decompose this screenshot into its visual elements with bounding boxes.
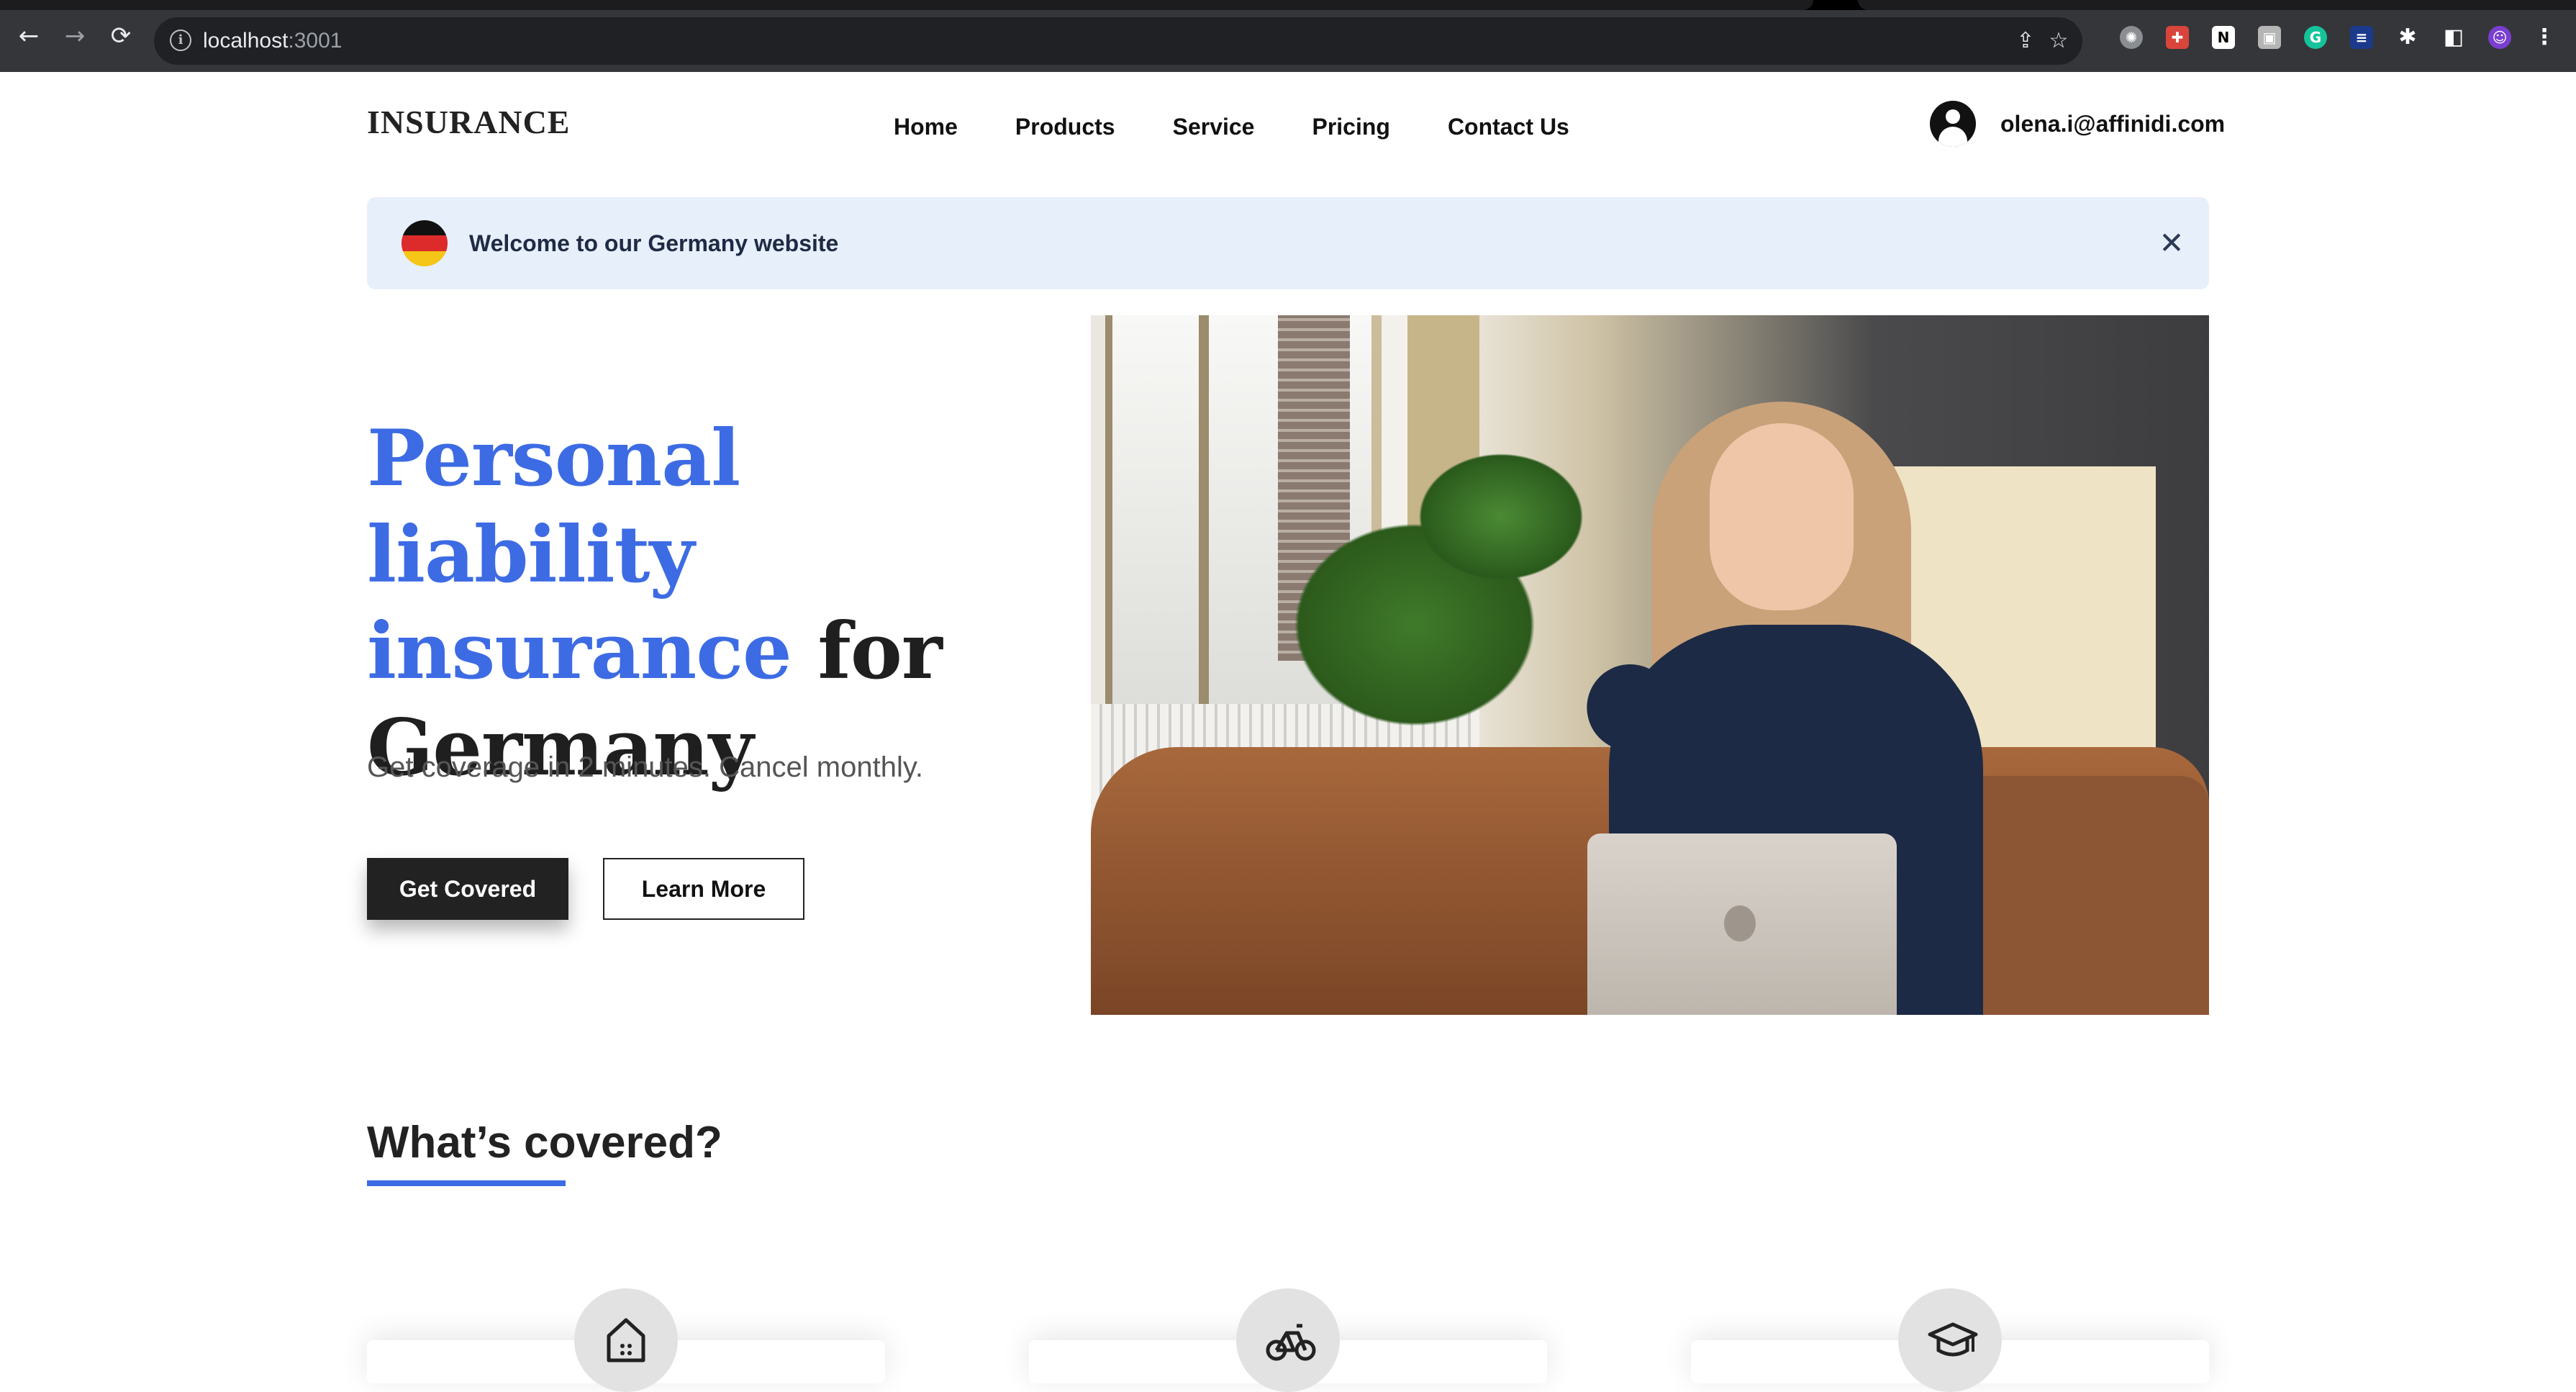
tab-strip-right xyxy=(1858,0,2576,10)
extension-icon[interactable]: ✱ xyxy=(2396,26,2419,49)
flag-stripe-red xyxy=(402,235,448,251)
menu-icon[interactable]: ⋮ xyxy=(2533,26,2556,49)
welcome-banner: Welcome to our Germany website ✕ xyxy=(367,197,2209,289)
main-nav: Home Products Service Pricing Contact Us xyxy=(894,112,1627,141)
home-icon xyxy=(574,1288,678,1392)
hero-title-for: for xyxy=(817,606,942,697)
info-icon[interactable]: i xyxy=(170,30,191,51)
share-icon[interactable]: ⇪ xyxy=(2013,29,2038,53)
user-email[interactable]: olena.i@affinidi.com xyxy=(2000,109,2225,138)
get-covered-button[interactable]: Get Covered xyxy=(367,858,568,920)
bicycle-icon xyxy=(1236,1288,1340,1392)
germany-flag-icon xyxy=(402,220,448,266)
nav-contact-us[interactable]: Contact Us xyxy=(1448,112,1569,141)
notion-icon[interactable]: N xyxy=(2212,26,2235,49)
nav-service[interactable]: Service xyxy=(1173,112,1255,141)
section-underline xyxy=(367,1180,566,1186)
profile-avatar-icon[interactable]: ☺ xyxy=(2488,26,2511,49)
extension-6-icon[interactable]: ≡ xyxy=(2350,26,2373,49)
url-text: localhost:3001 xyxy=(203,29,343,53)
browser-toolbar: ← → ⟳ i localhost:3001 ⇪ ☆ ✺ ✚ N ▣ G ≡ ✱… xyxy=(0,0,2576,72)
extension-2-icon[interactable]: ✚ xyxy=(2166,26,2189,49)
nav-pricing[interactable]: Pricing xyxy=(1312,112,1389,141)
flag-stripe-gold xyxy=(402,250,448,266)
extension-4-icon[interactable]: ▣ xyxy=(2258,26,2281,49)
close-icon[interactable]: ✕ xyxy=(2151,223,2192,263)
photo-plant-top xyxy=(1407,445,1595,589)
bookmark-star-icon[interactable]: ☆ xyxy=(2046,29,2071,53)
hero-title-accent: Personal liability insurance xyxy=(367,413,792,697)
section-title: What’s covered? xyxy=(367,1118,722,1167)
nav-products[interactable]: Products xyxy=(1015,112,1115,141)
hero-image xyxy=(1091,315,2209,1015)
banner-text: Welcome to our Germany website xyxy=(469,230,839,256)
address-bar[interactable]: i localhost:3001 ⇪ ☆ xyxy=(154,17,2082,65)
hero-title: Personal liability insurance for Germany xyxy=(367,410,1058,796)
photo-face xyxy=(1710,423,1854,610)
forward-icon[interactable]: → xyxy=(60,22,89,50)
learn-more-button[interactable]: Learn More xyxy=(603,858,804,920)
back-icon[interactable]: ← xyxy=(14,22,43,50)
tab-strip-left xyxy=(0,0,1813,10)
reload-icon[interactable]: ⟳ xyxy=(106,22,135,50)
sidebar-icon[interactable]: ◧ xyxy=(2442,26,2465,49)
flag-stripe-black xyxy=(402,220,448,236)
grammarly-icon[interactable]: G xyxy=(2304,26,2327,49)
avatar-torso xyxy=(1938,127,1967,147)
site-logo[interactable]: INSURANCE xyxy=(367,103,570,141)
user-avatar-icon[interactable] xyxy=(1930,101,1976,147)
nav-home[interactable]: Home xyxy=(894,112,958,141)
avatar-head xyxy=(1946,109,1960,124)
hero-subtitle: Get coverage in 2 minutes. Cancel monthl… xyxy=(367,751,923,783)
photo-window-bar xyxy=(1199,315,1209,718)
graduation-cap-icon xyxy=(1898,1288,2002,1392)
extension-1-icon[interactable]: ✺ xyxy=(2120,26,2143,49)
photo-laptop-logo xyxy=(1724,905,1756,941)
